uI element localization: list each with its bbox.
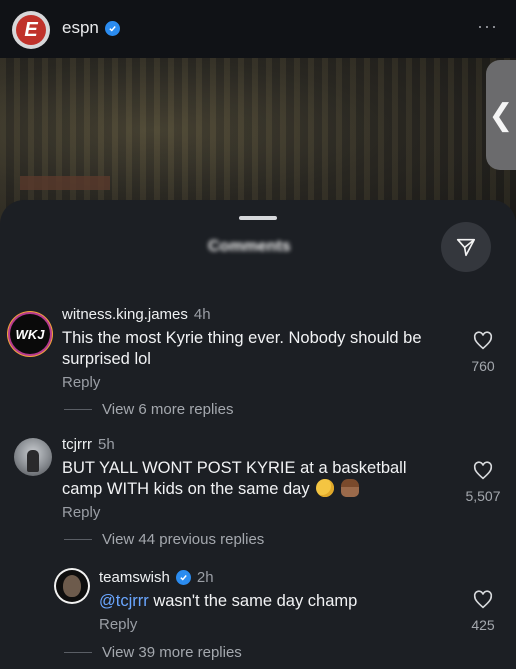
view-replies-label: View 39 more replies [102, 644, 242, 661]
comment-username[interactable]: tcjrrr [62, 436, 92, 453]
top-bar: E espn ··· [0, 0, 516, 58]
comment-time: 5h [98, 436, 115, 453]
comment-text: @tcjrrr wasn't the same day champ [99, 591, 439, 612]
view-replies-button[interactable]: View 39 more replies [64, 644, 242, 661]
heart-icon [473, 590, 493, 609]
like-count: 425 [471, 617, 495, 633]
heart-icon [473, 331, 493, 350]
drag-handle[interactable] [239, 216, 277, 220]
comment-username-row: tcjrrr 5h [62, 436, 115, 453]
thread-line [64, 652, 92, 653]
thread-line [64, 409, 92, 410]
avatar[interactable] [14, 438, 52, 476]
comments-title: Comments [208, 238, 291, 255]
more-options-icon[interactable]: ··· [477, 16, 498, 37]
mention-link[interactable]: @tcjrrr [99, 592, 149, 610]
comment-username[interactable]: witness.king.james [62, 306, 188, 323]
share-button[interactable] [441, 222, 491, 272]
reply-button[interactable]: Reply [62, 374, 100, 391]
avatar[interactable]: WKJ [10, 314, 50, 354]
account-header[interactable]: espn [62, 18, 120, 38]
heart-icon [473, 461, 493, 480]
view-replies-button[interactable]: View 44 previous replies [64, 531, 264, 548]
thinking-face-emoji-icon [316, 479, 335, 497]
reply-button[interactable]: Reply [99, 616, 137, 633]
like-button[interactable]: 5,507 [460, 460, 506, 504]
espn-logo-mark: E [16, 15, 46, 45]
verified-badge-icon [104, 20, 120, 36]
verified-badge-icon [175, 570, 191, 585]
comment-text: This the most Kyrie thing ever. Nobody s… [62, 329, 422, 368]
comment-time: 4h [193, 306, 211, 323]
view-replies-label: View 44 previous replies [102, 531, 265, 548]
comment-text-body: wasn't the same day champ [148, 592, 358, 610]
comments-sheet: Comments WKJ witness.king.james 4h This … [0, 200, 516, 669]
comment-username-row: witness.king.james 4h [62, 306, 211, 323]
like-count: 760 [471, 358, 495, 374]
comment-time: 2h [196, 569, 214, 586]
thread-line [64, 539, 92, 540]
reply-button[interactable]: Reply [62, 504, 100, 521]
paper-plane-icon [456, 238, 476, 257]
like-button[interactable]: 425 [466, 589, 500, 633]
avatar-photo [27, 450, 39, 472]
comment-text: BUT YALL WONT POST KYRIE at a basketball… [62, 458, 442, 500]
person-emoji-icon [340, 479, 359, 497]
collapse-tab-chevron-icon[interactable]: ❮ [486, 60, 516, 170]
account-name[interactable]: espn [62, 18, 99, 38]
comment-username-row: teamswish 2h [99, 569, 214, 586]
view-replies-label: View 6 more replies [102, 401, 234, 418]
espn-logo[interactable]: E [12, 11, 50, 49]
like-button[interactable]: 760 [466, 330, 500, 374]
avatar-photo [63, 575, 81, 597]
view-replies-button[interactable]: View 6 more replies [64, 401, 233, 418]
courtside-banner [20, 176, 110, 190]
avatar[interactable] [54, 568, 90, 604]
like-count: 5,507 [465, 488, 501, 504]
comment-username[interactable]: teamswish [99, 569, 170, 586]
